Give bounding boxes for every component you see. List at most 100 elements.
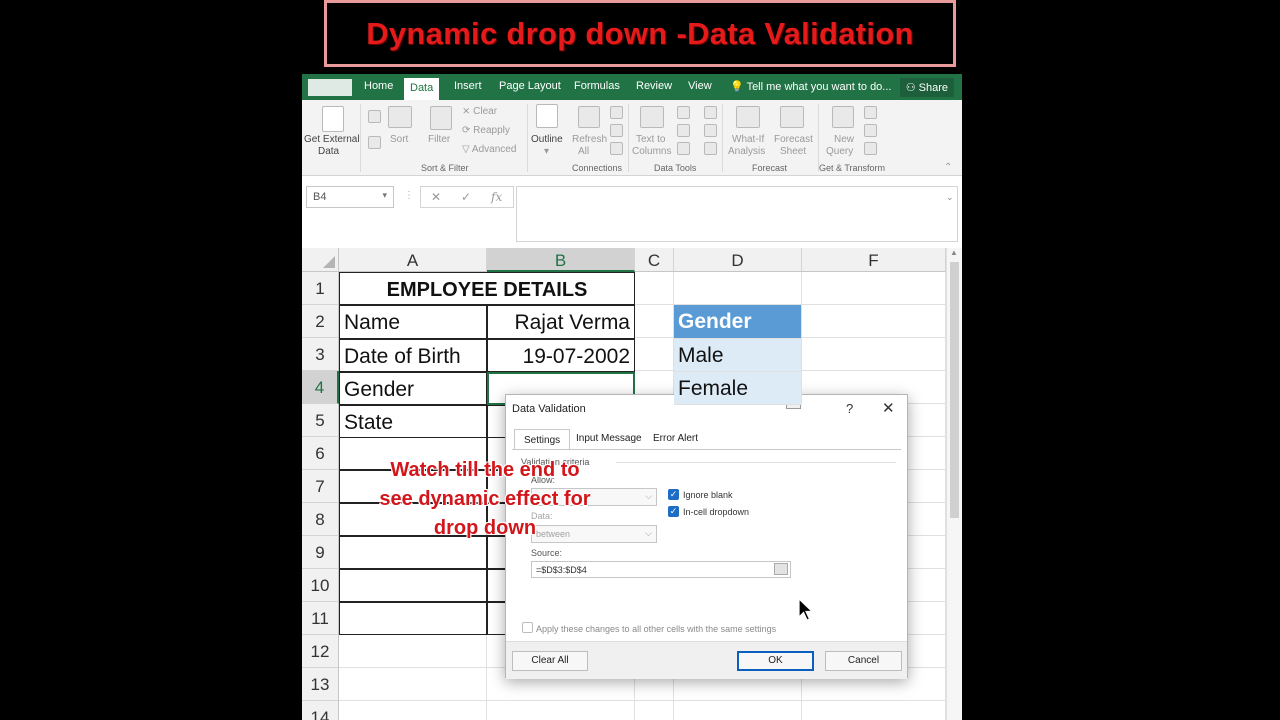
reapply-button[interactable]: ⟳ Reapply — [462, 125, 510, 136]
share-button[interactable]: ⚇ Share — [899, 78, 954, 97]
scroll-up-icon[interactable]: ▲ — [950, 248, 958, 257]
row-header-8[interactable]: 8 — [302, 503, 339, 536]
source-input[interactable]: =$D$3:$D$4 — [531, 561, 791, 578]
grid-cell[interactable] — [802, 305, 946, 338]
grid-cell[interactable] — [802, 338, 946, 371]
tab-view[interactable]: View — [688, 80, 712, 92]
cancel-button[interactable]: Cancel — [825, 651, 902, 671]
grid-cell[interactable] — [802, 272, 946, 305]
column-header-d[interactable]: D — [674, 248, 802, 272]
ignore-blank-checkbox[interactable]: ✓ — [668, 489, 679, 500]
column-header-f[interactable]: F — [802, 248, 946, 272]
column-header-a[interactable]: A — [339, 248, 487, 272]
ok-button[interactable]: OK — [737, 651, 814, 671]
row-header-2[interactable]: 2 — [302, 305, 339, 338]
grid-cell[interactable] — [339, 668, 487, 701]
tab-home[interactable]: Home — [364, 80, 393, 92]
filter-icon[interactable] — [430, 106, 452, 130]
range-select-icon[interactable] — [774, 563, 788, 575]
show-queries-icon[interactable] — [864, 106, 877, 119]
cell-d3[interactable]: Male — [674, 339, 802, 372]
recent-sources-icon[interactable] — [864, 142, 877, 155]
row-header-1[interactable]: 1 — [302, 272, 339, 305]
data-validation-icon[interactable] — [677, 142, 690, 155]
properties-icon[interactable] — [610, 124, 623, 137]
edit-links-icon[interactable] — [610, 142, 623, 155]
sort-icon[interactable] — [388, 106, 412, 128]
relationships-icon[interactable] — [704, 124, 717, 137]
cell-b2[interactable]: Rajat Verma — [487, 305, 635, 339]
row-header-14[interactable]: 14 — [302, 701, 339, 720]
row-header-7[interactable]: 7 — [302, 470, 339, 503]
scrollbar-thumb[interactable] — [950, 262, 959, 518]
row-header-9[interactable]: 9 — [302, 536, 339, 569]
tab-data[interactable]: Data — [404, 78, 440, 100]
apply-all-checkbox[interactable] — [522, 622, 533, 633]
connections-icon[interactable] — [610, 106, 623, 119]
select-all-corner[interactable] — [302, 248, 339, 272]
name-box[interactable]: B4 ▾ — [306, 186, 394, 208]
table-cell-empty[interactable] — [339, 569, 487, 602]
get-external-data-icon[interactable] — [322, 106, 344, 132]
new-query-icon[interactable] — [832, 106, 854, 128]
cell-a1-title[interactable]: EMPLOYEE DETAILS — [339, 272, 635, 305]
insert-function-icon[interactable]: fx — [491, 190, 502, 204]
cancel-formula-icon[interactable]: ✕ — [431, 190, 441, 204]
cell-a5[interactable]: State — [339, 405, 487, 438]
data-model-icon[interactable] — [704, 142, 717, 155]
row-header-10[interactable]: 10 — [302, 569, 339, 602]
tab-review[interactable]: Review — [636, 80, 672, 92]
grid-cell[interactable] — [635, 272, 674, 305]
row-header-13[interactable]: 13 — [302, 668, 339, 701]
cell-b3[interactable]: 19-07-2002 — [487, 339, 635, 372]
tab-insert[interactable]: Insert — [454, 80, 482, 92]
from-table-icon[interactable] — [864, 124, 877, 137]
sort-za-icon[interactable] — [368, 136, 381, 149]
grid-cell[interactable] — [674, 701, 802, 720]
vertical-scrollbar[interactable]: ▲ — [946, 248, 962, 720]
outline-icon[interactable] — [536, 104, 558, 128]
cell-a4[interactable]: Gender — [339, 372, 487, 405]
cell-d2-table-header[interactable]: Gender — [674, 305, 802, 339]
grid-cell[interactable] — [339, 701, 487, 720]
grid-cell[interactable] — [635, 338, 674, 371]
cell-d4[interactable]: Female — [674, 372, 802, 405]
forecast-sheet-icon[interactable] — [780, 106, 804, 128]
table-cell-empty[interactable] — [339, 602, 487, 635]
grid-cell[interactable] — [487, 701, 635, 720]
row-header-11[interactable]: 11 — [302, 602, 339, 635]
cell-a2[interactable]: Name — [339, 305, 487, 339]
clear-all-button[interactable]: Clear All — [512, 651, 588, 671]
tab-formulas[interactable]: Formulas — [574, 80, 620, 92]
in-cell-dropdown-checkbox[interactable]: ✓ — [668, 506, 679, 517]
collapse-ribbon-icon[interactable]: ⌃ — [944, 162, 952, 173]
row-header-6[interactable]: 6 — [302, 437, 339, 470]
grid-cell[interactable] — [802, 701, 946, 720]
clear-button[interactable]: ⨯ Clear — [462, 106, 497, 117]
row-header-5[interactable]: 5 — [302, 404, 339, 437]
grid-cell[interactable] — [635, 305, 674, 338]
cell-a3[interactable]: Date of Birth — [339, 339, 487, 372]
column-header-b[interactable]: B — [487, 248, 635, 272]
advanced-button[interactable]: ▽ Advanced — [462, 144, 516, 155]
consolidate-icon[interactable] — [704, 106, 717, 119]
column-header-c[interactable]: C — [635, 248, 674, 272]
row-header-4[interactable]: 4 — [302, 371, 339, 404]
sort-az-icon[interactable] — [368, 110, 381, 123]
remove-duplicates-icon[interactable] — [677, 124, 690, 137]
enter-formula-icon[interactable]: ✓ — [461, 190, 471, 204]
refresh-icon[interactable] — [578, 106, 600, 128]
grid-cell[interactable] — [339, 635, 487, 668]
row-header-3[interactable]: 3 — [302, 338, 339, 371]
grid-cell[interactable] — [674, 272, 802, 305]
tell-me-box[interactable]: 💡 Tell me what you want to do... — [730, 80, 891, 93]
grid-cell[interactable] — [635, 701, 674, 720]
tab-input-message[interactable]: Input Message — [576, 433, 642, 444]
row-header-12[interactable]: 12 — [302, 635, 339, 668]
flash-fill-icon[interactable] — [677, 106, 690, 119]
tab-file[interactable]: File — [308, 79, 352, 96]
what-if-icon[interactable] — [736, 106, 760, 128]
close-icon[interactable]: ✕ — [882, 399, 895, 417]
text-to-columns-icon[interactable] — [640, 106, 664, 128]
tab-error-alert[interactable]: Error Alert — [653, 433, 698, 444]
